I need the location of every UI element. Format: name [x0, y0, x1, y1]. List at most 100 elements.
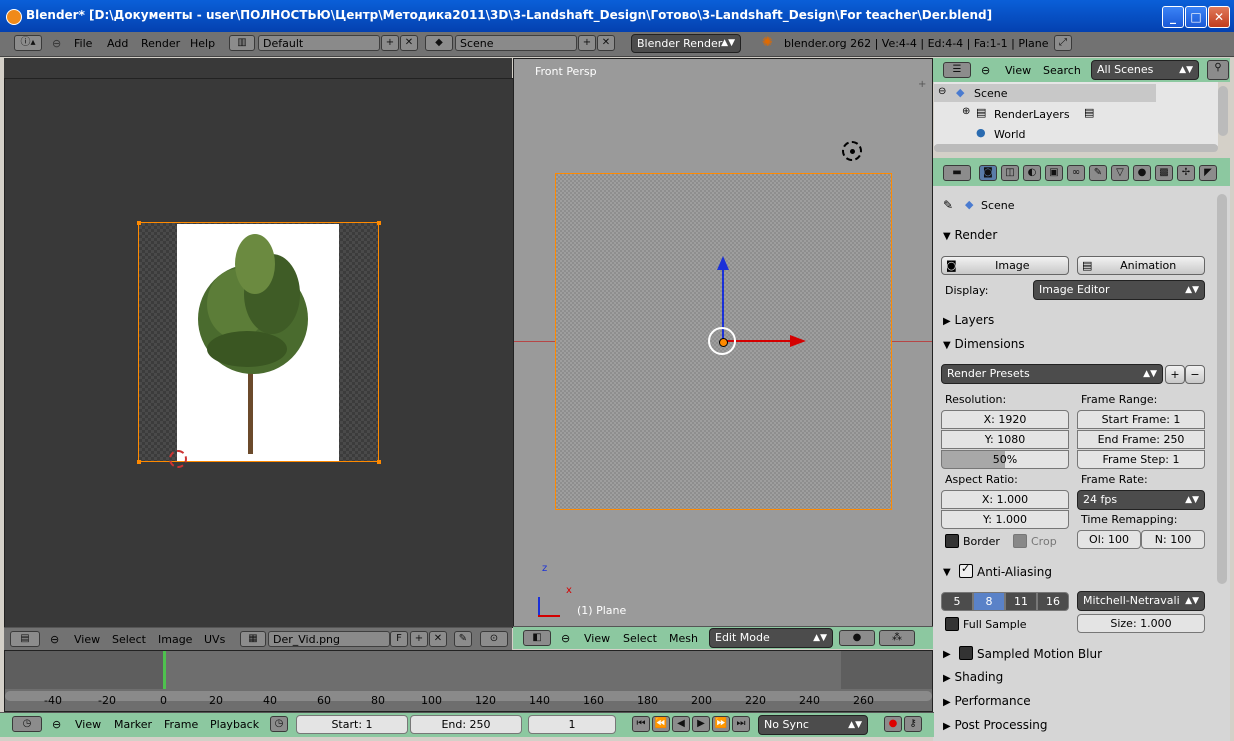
end-frame-field[interactable]: End: 250: [410, 715, 522, 734]
uv-menu-uvs[interactable]: UVs: [204, 633, 225, 646]
3d-cursor-icon[interactable]: [842, 141, 862, 161]
anti-aliasing-checkbox[interactable]: ✓: [959, 562, 973, 578]
menu-render[interactable]: Render: [141, 37, 180, 50]
viewport-menu-mesh[interactable]: Mesh: [669, 632, 698, 645]
render-panel-header[interactable]: ▼ Render: [943, 228, 997, 242]
scene-icon[interactable]: ◆: [425, 35, 453, 51]
sync-mode-select[interactable]: No Sync ▲▼: [758, 715, 868, 735]
jump-keyframe-forward-icon[interactable]: ⏩: [712, 716, 730, 732]
editor-type-button[interactable]: ◷: [12, 716, 42, 732]
time-remap-new-field[interactable]: N: 100: [1141, 530, 1205, 549]
minimize-button[interactable]: _: [1162, 6, 1184, 28]
outliner-item-scene[interactable]: Scene: [974, 87, 1008, 100]
pin-icon[interactable]: ✎: [943, 198, 953, 212]
screen-layout-icon[interactable]: ▥: [229, 35, 255, 51]
collapse-menu-icon[interactable]: ⊖: [52, 718, 61, 731]
menu-add[interactable]: Add: [107, 37, 128, 50]
timeline-menu-view[interactable]: View: [75, 718, 101, 731]
object-data-tab-icon[interactable]: ▽: [1111, 165, 1129, 181]
frame-step-field[interactable]: Frame Step: 1: [1077, 450, 1205, 469]
expand-icon[interactable]: ⊕: [962, 106, 970, 117]
aa-sample-16[interactable]: 16: [1037, 592, 1069, 611]
uv-vertex[interactable]: [377, 221, 381, 225]
uv-menu-image[interactable]: Image: [158, 633, 192, 646]
expand-icon[interactable]: ⊖: [938, 86, 946, 97]
remove-scene-icon[interactable]: ✕: [597, 35, 615, 51]
current-frame-field[interactable]: 1: [528, 715, 616, 734]
start-frame-field[interactable]: Start Frame: 1: [1077, 410, 1205, 429]
aa-size-field[interactable]: Size: 1.000: [1077, 614, 1205, 633]
add-scene-icon[interactable]: +: [578, 35, 596, 51]
fake-user-button[interactable]: F: [390, 631, 408, 647]
render-animation-button[interactable]: ▤ Animation: [1077, 256, 1205, 275]
manipulator-z-arrow-icon[interactable]: [717, 256, 729, 270]
editor-type-button[interactable]: ▬: [943, 165, 971, 181]
start-frame-field[interactable]: Start: 1: [296, 715, 408, 734]
shading-panel-header[interactable]: ▶ Shading: [943, 670, 1003, 684]
crop-checkbox[interactable]: [1013, 534, 1027, 548]
maximize-button[interactable]: □: [1185, 6, 1207, 28]
pin-icon[interactable]: ✎: [454, 631, 472, 647]
remove-screen-icon[interactable]: ✕: [400, 35, 418, 51]
manipulator-x-arrow-icon[interactable]: [790, 335, 806, 347]
render-layers-tab-icon[interactable]: ◫: [1001, 165, 1019, 181]
play-reverse-icon[interactable]: ◀: [672, 716, 690, 732]
3d-viewport[interactable]: Front Persp + z x (1) Plane: [513, 58, 933, 628]
uv-menu-select[interactable]: Select: [112, 633, 146, 646]
render-engine-select[interactable]: Blender Render ▲▼: [631, 34, 741, 53]
current-frame-indicator[interactable]: [163, 651, 166, 689]
performance-panel-header[interactable]: ▶ Performance: [943, 694, 1031, 708]
remove-preset-button[interactable]: −: [1185, 365, 1205, 384]
viewport-menu-view[interactable]: View: [584, 632, 610, 645]
collapse-menu-icon[interactable]: ⊖: [981, 64, 990, 77]
aa-sample-8[interactable]: 8: [973, 592, 1005, 611]
dimensions-panel-header[interactable]: ▼ Dimensions: [943, 337, 1025, 351]
image-browse-icon[interactable]: ▦: [240, 631, 266, 647]
editor-type-button[interactable]: ☰: [943, 62, 971, 78]
jump-keyframe-back-icon[interactable]: ⏪: [652, 716, 670, 732]
texture-tab-icon[interactable]: ▩: [1155, 165, 1173, 181]
editor-type-button[interactable]: ▤: [10, 631, 40, 647]
layers-panel-header[interactable]: ▶ Layers: [943, 313, 994, 327]
fullscreen-icon[interactable]: ⤢: [1054, 35, 1072, 51]
scene-tab-icon[interactable]: ◐: [1023, 165, 1041, 181]
aa-sample-5[interactable]: 5: [941, 592, 973, 611]
pivot-icon[interactable]: ⊙: [480, 631, 508, 647]
constraints-tab-icon[interactable]: ∞: [1067, 165, 1085, 181]
full-sample-checkbox[interactable]: [945, 617, 959, 631]
search-icon[interactable]: ⚲: [1207, 60, 1229, 80]
sampled-motion-blur-checkbox[interactable]: [959, 646, 973, 660]
uv-menu-view[interactable]: View: [74, 633, 100, 646]
uv-vertex[interactable]: [377, 460, 381, 464]
aspect-y-field[interactable]: Y: 1.000: [941, 510, 1069, 529]
timeline-menu-playback[interactable]: Playback: [210, 718, 259, 731]
outliner-menu-view[interactable]: View: [1005, 64, 1031, 77]
end-frame-field[interactable]: End Frame: 250: [1077, 430, 1205, 449]
collapse-menu-icon[interactable]: ⊖: [561, 632, 570, 645]
resolution-percentage-slider[interactable]: 50%: [941, 450, 1069, 469]
properties-scrollbar[interactable]: [1217, 194, 1227, 584]
uv-image-editor[interactable]: [4, 78, 514, 628]
resolution-y-field[interactable]: Y: 1080: [941, 430, 1069, 449]
anti-aliasing-panel-header[interactable]: ▼: [943, 564, 951, 578]
sampled-motion-blur-header[interactable]: ▶: [943, 646, 951, 660]
uv-vertex[interactable]: [137, 221, 141, 225]
collapse-menu-icon[interactable]: ⊖: [52, 37, 61, 50]
aa-sample-11[interactable]: 11: [1005, 592, 1037, 611]
particles-tab-icon[interactable]: ✢: [1177, 165, 1195, 181]
2d-cursor-icon[interactable]: [169, 450, 187, 468]
info-editor-type-button[interactable]: ⓘ▴: [14, 35, 42, 51]
jump-end-icon[interactable]: ⏭: [732, 716, 750, 732]
jump-start-icon[interactable]: ⏮: [632, 716, 650, 732]
menu-help[interactable]: Help: [190, 37, 215, 50]
render-presets-select[interactable]: Render Presets ▲▼: [941, 364, 1163, 384]
add-screen-icon[interactable]: +: [381, 35, 399, 51]
add-preset-button[interactable]: +: [1165, 365, 1185, 384]
mode-select[interactable]: Edit Mode ▲▼: [709, 628, 833, 648]
outliner-filter-select[interactable]: All Scenes ▲▼: [1091, 60, 1199, 80]
editor-type-button[interactable]: ◧: [523, 630, 551, 646]
scene-field[interactable]: Scene: [455, 35, 577, 51]
collapse-menu-icon[interactable]: ⊖: [50, 633, 59, 646]
timeline-area[interactable]: [4, 650, 933, 712]
outliner-vscrollbar[interactable]: [1218, 86, 1228, 136]
